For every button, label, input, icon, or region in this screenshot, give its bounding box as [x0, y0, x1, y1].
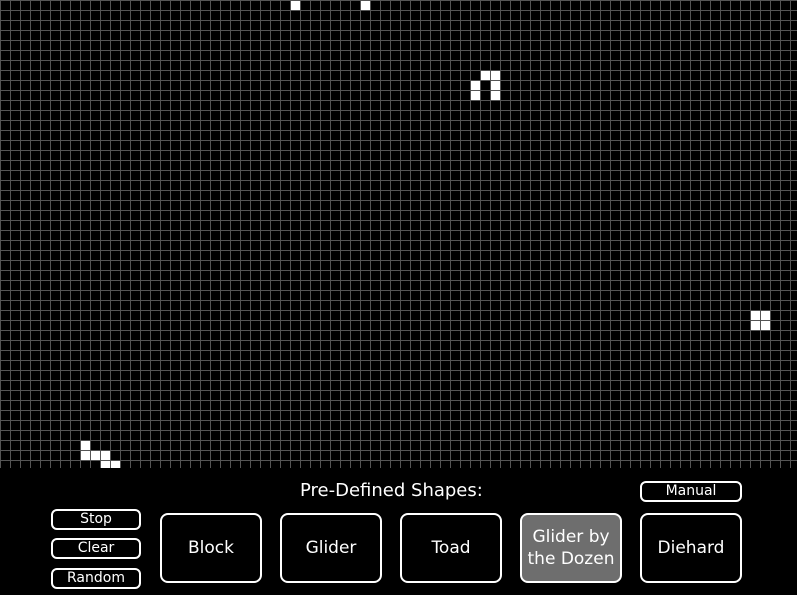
live-cell[interactable] — [481, 71, 490, 80]
toad-button-label: Toad — [431, 538, 471, 558]
clear-button[interactable]: Clear — [51, 538, 141, 559]
glider-by-the-dozen-button[interactable]: Glider by the Dozen — [520, 513, 622, 583]
glider-by-the-dozen-button-label: Glider by the Dozen — [527, 527, 615, 569]
glider-button[interactable]: Glider — [280, 513, 382, 583]
manual-button[interactable]: Manual — [640, 481, 742, 502]
live-cell[interactable] — [361, 1, 370, 10]
live-cell[interactable] — [101, 461, 110, 468]
predefined-shapes-title: Pre-Defined Shapes: — [300, 480, 483, 501]
block-button[interactable]: Block — [160, 513, 262, 583]
live-cell[interactable] — [471, 91, 480, 100]
toad-button[interactable]: Toad — [400, 513, 502, 583]
diehard-button-label: Diehard — [657, 538, 725, 558]
live-cell[interactable] — [91, 451, 100, 460]
live-cell[interactable] — [471, 81, 480, 90]
block-button-label: Block — [188, 538, 234, 558]
live-cell[interactable] — [291, 1, 300, 10]
glider-button-label: Glider — [305, 538, 357, 558]
live-cell[interactable] — [761, 321, 770, 330]
live-cell[interactable] — [81, 451, 90, 460]
live-cell[interactable] — [101, 451, 110, 460]
live-cell[interactable] — [81, 441, 90, 450]
random-button[interactable]: Random — [51, 568, 141, 589]
live-cell[interactable] — [751, 321, 760, 330]
stop-button[interactable]: Stop — [51, 509, 141, 530]
live-cell[interactable] — [491, 81, 500, 90]
game-board[interactable] — [0, 0, 797, 468]
diehard-button[interactable]: Diehard — [640, 513, 742, 583]
live-cell[interactable] — [751, 311, 760, 320]
live-cell[interactable] — [491, 71, 500, 80]
live-cell[interactable] — [491, 91, 500, 100]
live-cell[interactable] — [111, 461, 120, 468]
live-cell[interactable] — [761, 311, 770, 320]
